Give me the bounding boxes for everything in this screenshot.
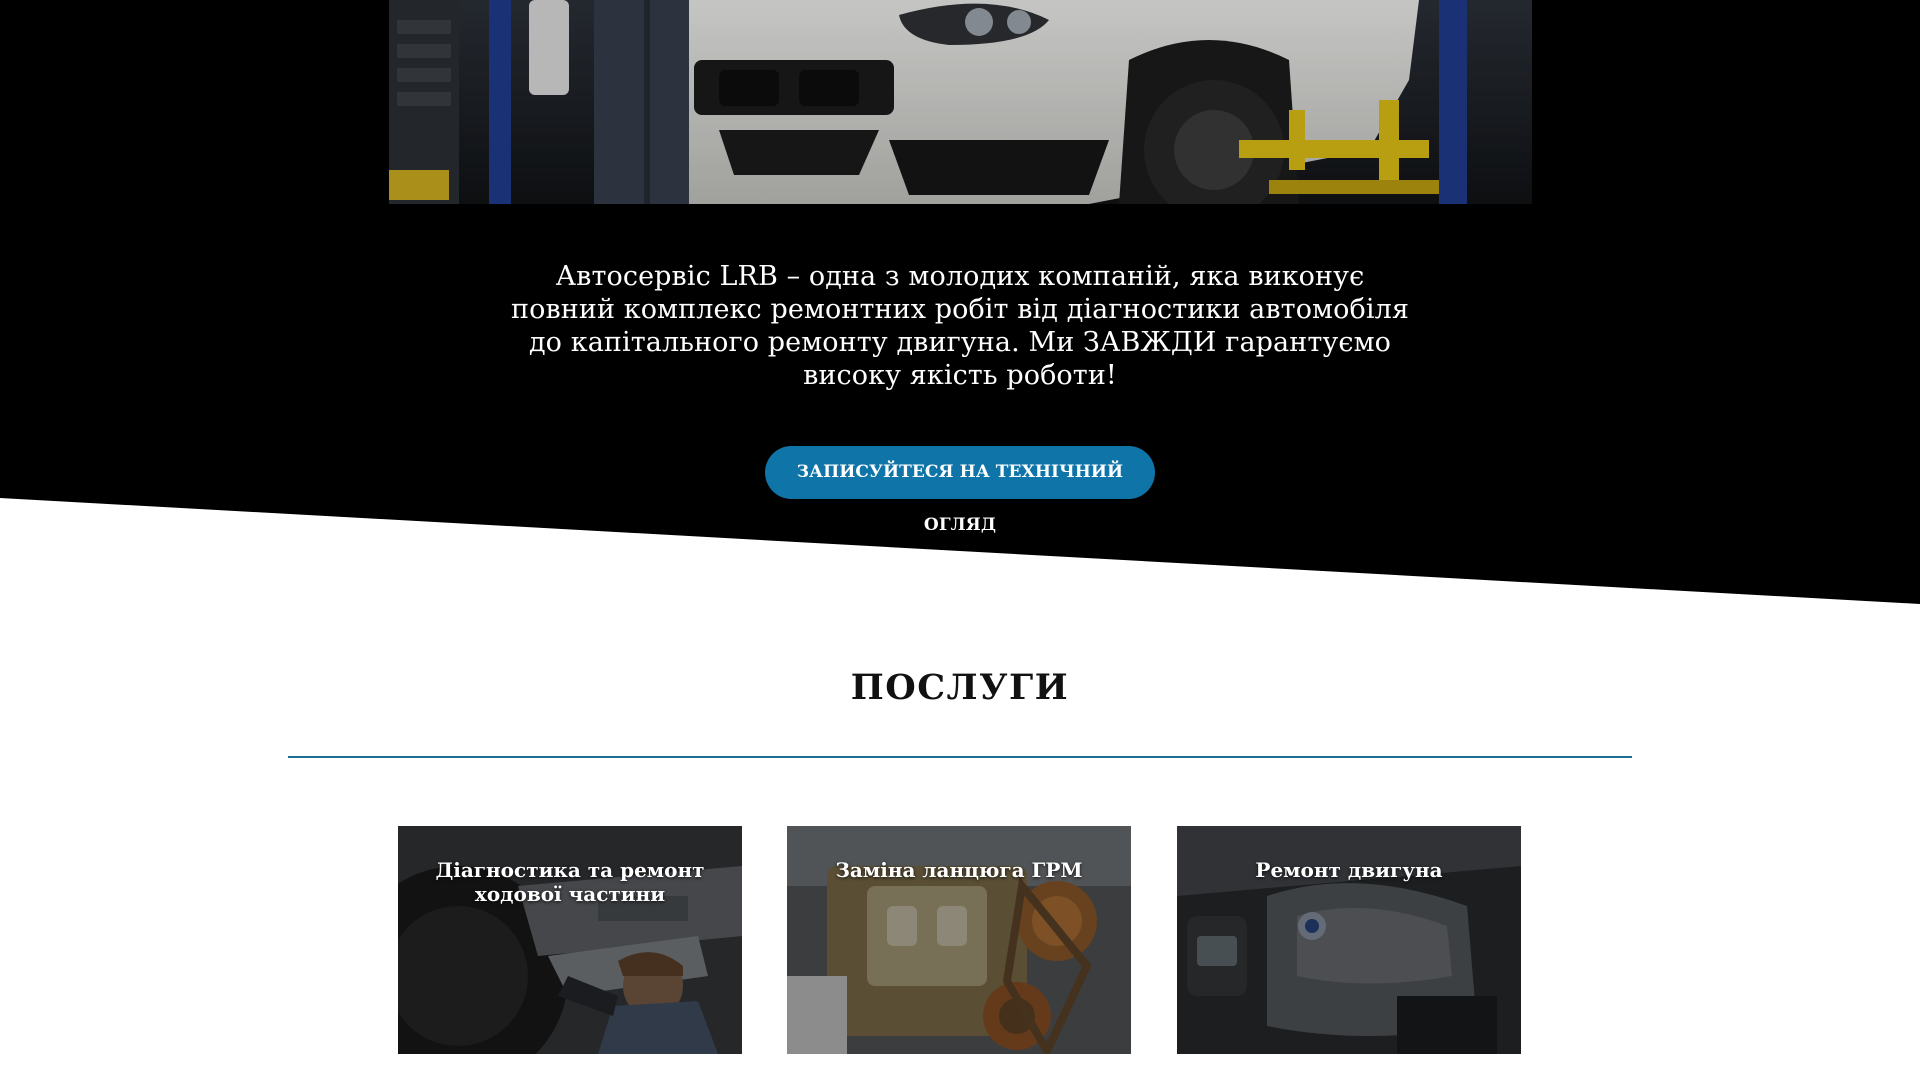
service-card-engine-repair[interactable]: Ремонт двигуна (1177, 826, 1521, 1054)
hero-section: Автосервіс LRB – одна з молодих компаній… (0, 0, 1920, 604)
services-divider (288, 756, 1632, 758)
service-title: Ремонт двигуна (1255, 858, 1443, 882)
service-card-timing-chain[interactable]: Заміна ланцюга ГРМ (787, 826, 1131, 1054)
hero-car-service-photo (389, 0, 1532, 204)
service-title: Діагностика та ремонт ходової частини (435, 858, 705, 906)
page: Автосервіс LRB – одна з молодих компаній… (0, 0, 1920, 1080)
hero-description: Автосервіс LRB – одна з молодих компаній… (511, 261, 1409, 391)
book-inspection-button[interactable]: ЗАПИСУЙТЕСЯ НА ТЕХНІЧНИЙ ОГЛЯД (765, 446, 1155, 535)
service-card-suspension[interactable]: Діагностика та ремонт ходової частини (398, 826, 742, 1054)
services-title: ПОСЛУГИ (850, 667, 1070, 708)
service-title: Заміна ланцюга ГРМ (835, 858, 1083, 882)
